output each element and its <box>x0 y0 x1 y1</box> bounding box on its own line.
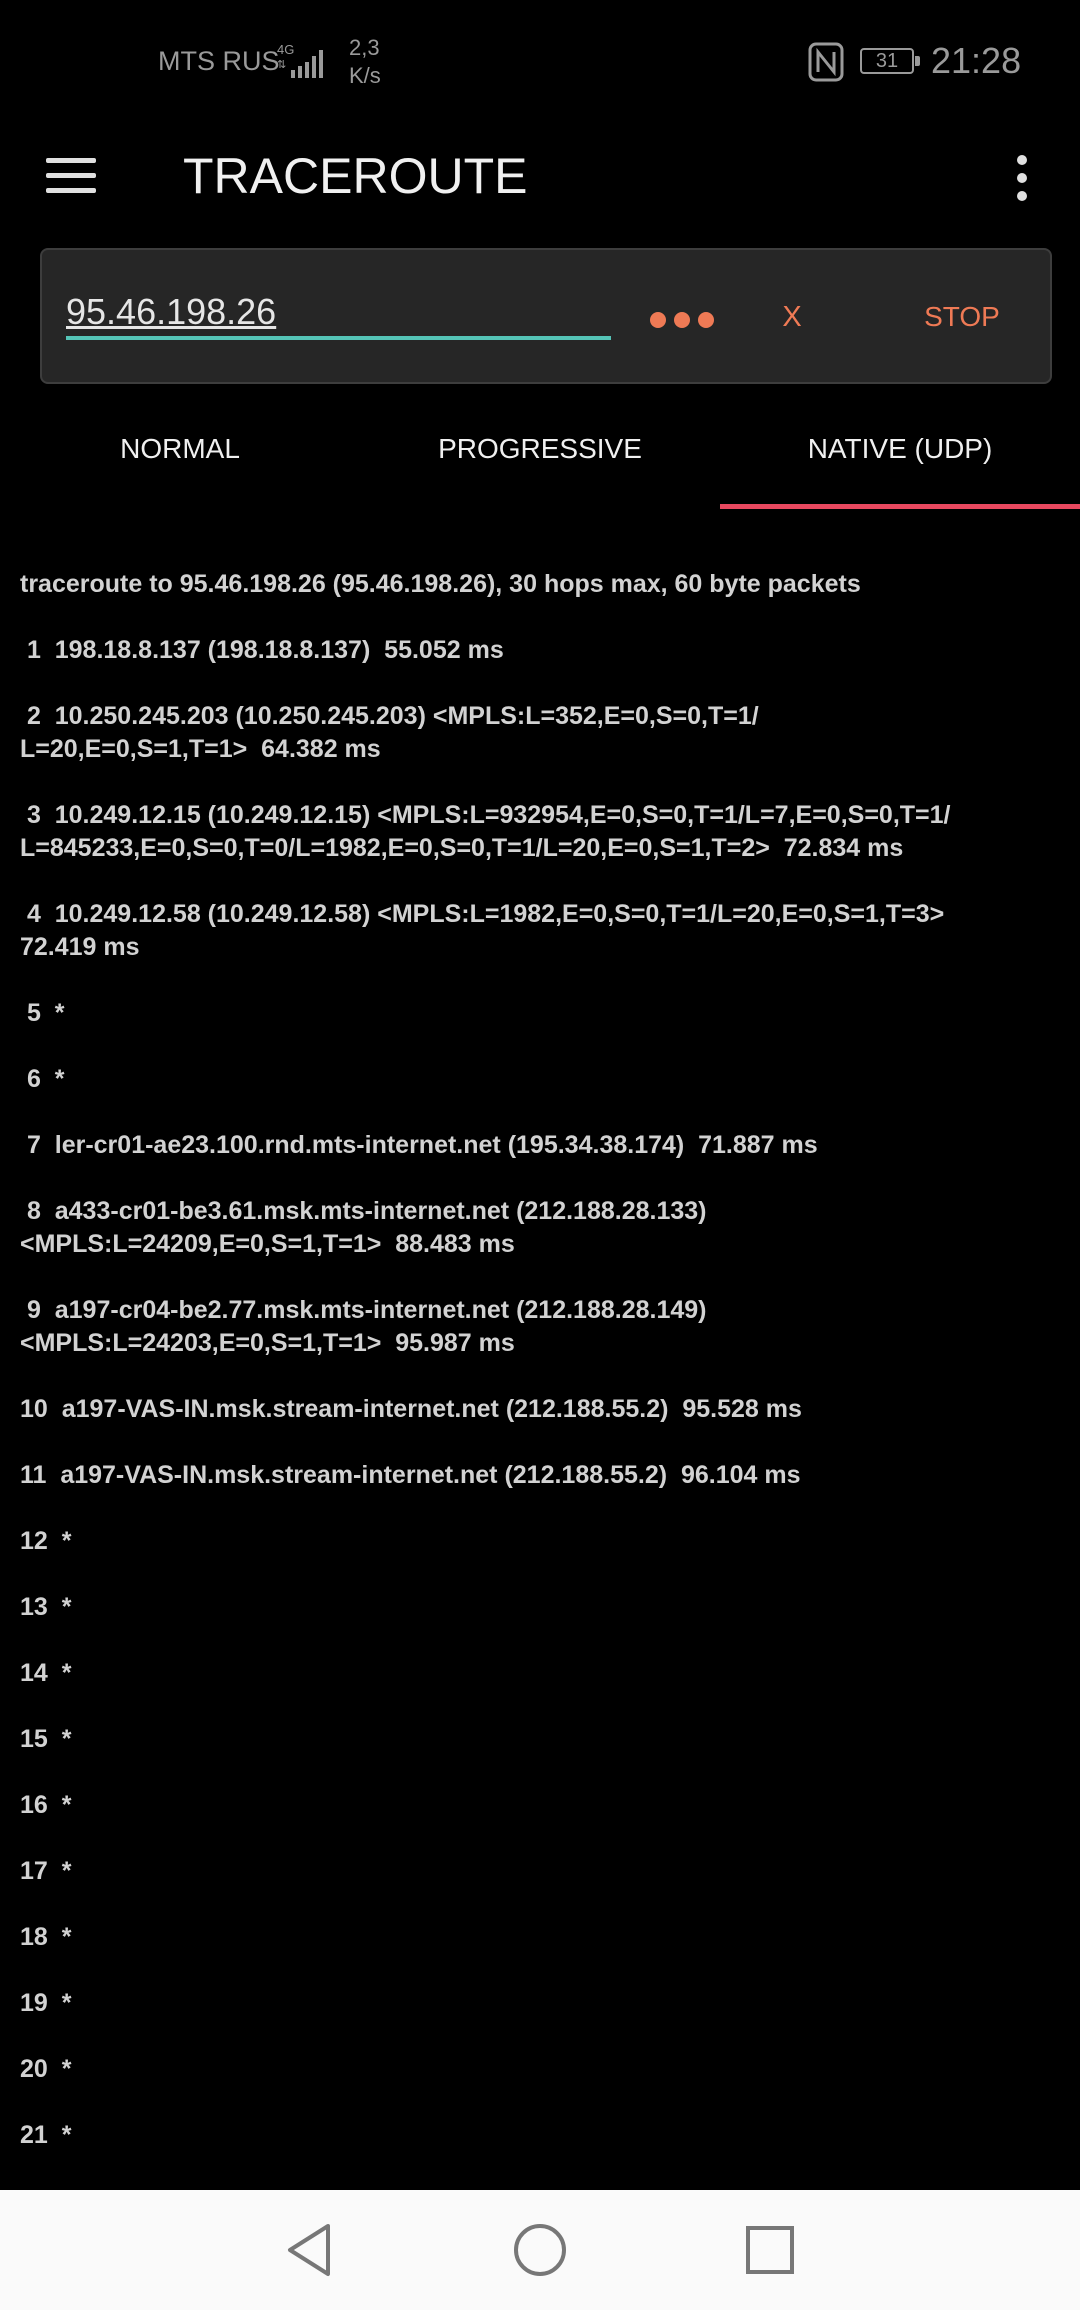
hop-line: 1 198.18.8.137 (198.18.8.137) 55.052 ms <box>20 636 504 664</box>
more-options-dots-icon[interactable] <box>606 292 726 342</box>
more-vertical-icon[interactable] <box>1010 151 1036 207</box>
nfc-icon <box>808 42 844 82</box>
svg-text:⇅: ⇅ <box>277 59 286 71</box>
output-header: traceroute to 95.46.198.26 (95.46.198.26… <box>20 570 861 598</box>
hop-line: 3 10.249.12.15 (10.249.12.15) <MPLS:L=93… <box>20 801 951 862</box>
hop-line: 2 10.250.245.203 (10.250.245.203) <MPLS:… <box>20 702 759 763</box>
hop-line: 11 a197-VAS-IN.msk.stream-internet.net (… <box>20 1461 801 1489</box>
tab-native-udp[interactable]: NATIVE (UDP) <box>720 400 1080 510</box>
hop-line: 5 * <box>20 999 65 1027</box>
hop-line: 12 * <box>20 1527 72 1555</box>
hop-line: 8 a433-cr01-be3.61.msk.mts-internet.net … <box>20 1197 707 1258</box>
hop-line: 15 * <box>20 1725 72 1753</box>
hop-line: 17 * <box>20 1857 72 1885</box>
clear-button[interactable]: X <box>742 294 842 340</box>
back-triangle-icon[interactable] <box>280 2220 340 2280</box>
app-bar: TRACEROUTE <box>0 125 1080 245</box>
tab-progressive[interactable]: PROGRESSIVE <box>360 400 720 510</box>
hop-line: 16 * <box>20 1791 72 1819</box>
hop-line: 14 * <box>20 1659 72 1687</box>
host-input-card: X STOP <box>40 248 1052 384</box>
mode-tabs: NORMAL PROGRESSIVE NATIVE (UDP) <box>0 400 1080 510</box>
hop-line: 9 a197-cr04-be2.77.msk.mts-internet.net … <box>20 1296 707 1357</box>
carrier-name: MTS RUS <box>158 46 280 76</box>
hop-line: 6 * <box>20 1065 65 1093</box>
hamburger-menu-icon[interactable] <box>46 158 96 198</box>
recents-square-icon[interactable] <box>740 2220 800 2280</box>
status-bar: MTS RUS 4G ⇅ 2,3 K/s 31 21:28 <box>0 0 1080 125</box>
hop-line: 7 ler-cr01-ae23.100.rnd.mts-internet.net… <box>20 1131 818 1159</box>
battery-icon: 31 <box>860 48 920 74</box>
clock: 21:28 <box>931 40 1022 81</box>
tab-normal[interactable]: NORMAL <box>0 400 360 510</box>
tab-selected-indicator <box>720 504 1080 509</box>
hop-line: 18 * <box>20 1923 72 1951</box>
host-input[interactable] <box>66 288 611 340</box>
speed-value: 2,3 <box>349 35 380 60</box>
hop-line: 10 a197-VAS-IN.msk.stream-internet.net (… <box>20 1395 802 1423</box>
hop-line: 4 10.249.12.58 (10.249.12.58) <MPLS:L=19… <box>20 900 945 961</box>
traceroute-output: traceroute to 95.46.198.26 (95.46.198.26… <box>20 568 1070 2185</box>
page-title: TRACEROUTE <box>183 148 528 204</box>
signal-4g-icon: 4G ⇅ <box>277 42 323 78</box>
hop-line: 20 * <box>20 2055 72 2083</box>
speed-unit: K/s <box>349 63 381 88</box>
hop-line: 21 * <box>20 2121 72 2149</box>
network-speed: 2,3 K/s <box>349 34 381 90</box>
network-type-label: 4G <box>277 42 294 57</box>
system-nav-bar <box>0 2190 1080 2310</box>
battery-level: 31 <box>875 50 899 72</box>
home-circle-icon[interactable] <box>510 2220 570 2280</box>
hop-line: 13 * <box>20 1593 72 1621</box>
hop-line: 19 * <box>20 1989 72 2017</box>
stop-button[interactable]: STOP <box>882 294 1042 340</box>
